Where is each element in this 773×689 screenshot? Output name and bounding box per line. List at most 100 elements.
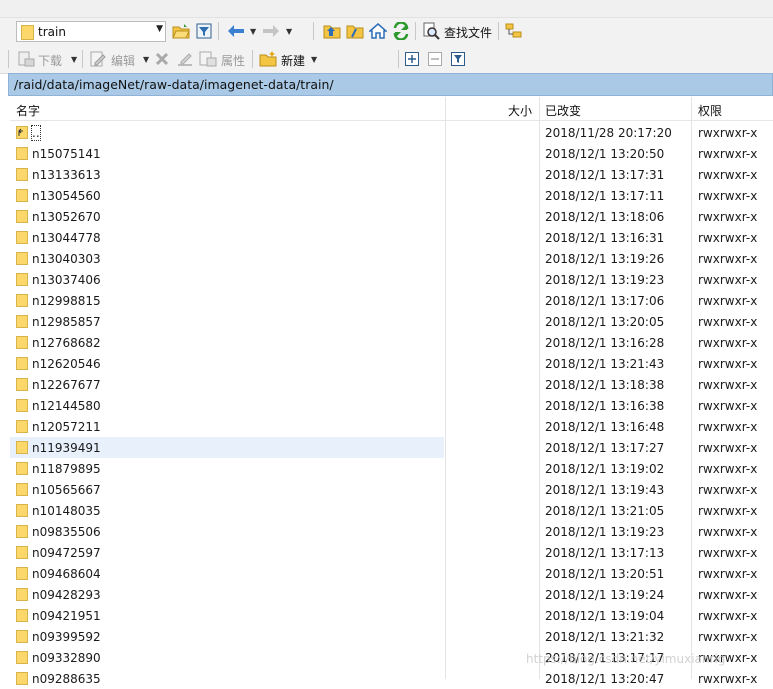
- modified-date: 2018/12/1 13:20:51: [545, 567, 665, 581]
- table-row[interactable]: n12768682 2018/12/1 13:16:28 rwxrwxr-x: [10, 332, 773, 353]
- find-files-button[interactable]: 查找文件: [444, 24, 492, 41]
- table-row[interactable]: n12620546 2018/12/1 13:21:43 rwxrwxr-x: [10, 353, 773, 374]
- table-row[interactable]: n12985857 2018/12/1 13:20:05 rwxrwxr-x: [10, 311, 773, 332]
- table-row[interactable]: n09421951 2018/12/1 13:19:04 rwxrwxr-x: [10, 605, 773, 626]
- modified-date: 2018/12/1 13:21:43: [545, 357, 665, 371]
- back-dropdown-icon[interactable]: ▼: [250, 27, 256, 36]
- forward-arrow-icon: [263, 25, 279, 37]
- root-folder-icon: [346, 25, 364, 39]
- location-combo[interactable]: train ▼: [16, 21, 166, 42]
- properties-button[interactable]: 属性: [221, 52, 245, 69]
- modified-date: 2018/12/1 13:16:28: [545, 336, 665, 350]
- filter-button[interactable]: [194, 21, 214, 41]
- modified-date: 2018/12/1 13:18:06: [545, 210, 665, 224]
- modified-date: 2018/12/1 13:17:27: [545, 441, 665, 455]
- toolbar-divider: [398, 50, 399, 68]
- toolbar-divider: [415, 22, 416, 40]
- table-row[interactable]: n11879895 2018/12/1 13:19:02 rwxrwxr-x: [10, 458, 773, 479]
- properties-icon-button[interactable]: [199, 49, 217, 69]
- find-files-icon-button[interactable]: [421, 21, 441, 41]
- table-row[interactable]: n13052670 2018/12/1 13:18:06 rwxrwxr-x: [10, 206, 773, 227]
- parent-folder-button[interactable]: [322, 21, 342, 41]
- modified-date: 2018/12/1 13:18:38: [545, 378, 665, 392]
- tree-view-button[interactable]: [504, 21, 524, 41]
- edit-icon: [90, 51, 106, 67]
- column-name[interactable]: 名字: [16, 102, 40, 119]
- table-row[interactable]: n11939491 2018/12/1 13:17:27 rwxrwxr-x: [10, 437, 773, 458]
- parent-folder-icon: [323, 25, 341, 39]
- new-icon-button[interactable]: [258, 49, 278, 69]
- parent-dir-row[interactable]: .. 2018/11/28 20:17:20 rwxrwxr-x: [10, 122, 773, 143]
- select-all-button[interactable]: [404, 49, 420, 69]
- modified-date: 2018/12/1 13:20:47: [545, 672, 665, 686]
- permissions: rwxrwxr-x: [698, 252, 758, 266]
- chevron-down-icon[interactable]: ▼: [156, 24, 163, 34]
- folder-icon: [21, 25, 34, 40]
- permissions: rwxrwxr-x: [698, 378, 758, 392]
- folder-icon: [16, 189, 28, 202]
- new-dropdown-icon[interactable]: ▼: [311, 55, 317, 64]
- permissions: rwxrwxr-x: [698, 525, 758, 539]
- unselect-all-button[interactable]: [427, 49, 443, 69]
- table-row[interactable]: n13037406 2018/12/1 13:19:23 rwxrwxr-x: [10, 269, 773, 290]
- table-row[interactable]: n13040303 2018/12/1 13:19:26 rwxrwxr-x: [10, 248, 773, 269]
- modified-date: 2018/12/1 13:16:31: [545, 231, 665, 245]
- download-dropdown-icon[interactable]: ▼: [71, 55, 77, 64]
- toolbar-divider: [82, 50, 83, 68]
- table-row[interactable]: n09472597 2018/12/1 13:17:13 rwxrwxr-x: [10, 542, 773, 563]
- table-row[interactable]: n10148035 2018/12/1 13:21:05 rwxrwxr-x: [10, 500, 773, 521]
- folder-icon: [16, 441, 28, 454]
- root-folder-button[interactable]: [345, 21, 365, 41]
- table-row[interactable]: n12057211 2018/12/1 13:16:48 rwxrwxr-x: [10, 416, 773, 437]
- column-size[interactable]: 大小: [508, 102, 532, 119]
- edit-dropdown-icon[interactable]: ▼: [143, 55, 149, 64]
- modified-date: 2018/12/1 13:19:04: [545, 609, 665, 623]
- path-bar[interactable]: /raid/data/imageNet/raw-data/imagenet-da…: [8, 73, 773, 96]
- table-row[interactable]: n09399592 2018/12/1 13:21:32 rwxrwxr-x: [10, 626, 773, 647]
- table-row[interactable]: n12144580 2018/12/1 13:16:38 rwxrwxr-x: [10, 395, 773, 416]
- file-name: n10565667: [32, 483, 101, 497]
- forward-button[interactable]: [261, 21, 281, 41]
- forward-dropdown-icon[interactable]: ▼: [286, 27, 292, 36]
- filter-mask-button[interactable]: [450, 49, 466, 69]
- file-name: n11879895: [32, 462, 101, 476]
- refresh-button[interactable]: [391, 21, 411, 41]
- edit-button[interactable]: 编辑: [111, 52, 135, 69]
- table-row[interactable]: n13054560 2018/12/1 13:17:11 rwxrwxr-x: [10, 185, 773, 206]
- plus-icon: [405, 52, 419, 66]
- folder-icon: [16, 525, 28, 538]
- folder-icon: [16, 168, 28, 181]
- file-name: n13052670: [32, 210, 101, 224]
- file-name: n12267677: [32, 378, 101, 392]
- table-row[interactable]: n13044778 2018/12/1 13:16:31 rwxrwxr-x: [10, 227, 773, 248]
- table-row[interactable]: n09428293 2018/12/1 13:19:24 rwxrwxr-x: [10, 584, 773, 605]
- permissions: rwxrwxr-x: [698, 609, 758, 623]
- download-button[interactable]: 下载: [38, 52, 62, 69]
- table-row[interactable]: n13133613 2018/12/1 13:17:31 rwxrwxr-x: [10, 164, 773, 185]
- back-button[interactable]: [226, 21, 246, 41]
- file-name: n09399592: [32, 630, 101, 644]
- rename-button[interactable]: [176, 49, 194, 69]
- download-icon: [18, 51, 35, 67]
- open-folder-icon: [172, 24, 190, 39]
- folder-icon: [16, 651, 28, 664]
- folder-icon: [16, 147, 28, 160]
- delete-button[interactable]: [153, 49, 171, 69]
- table-row[interactable]: n12267677 2018/12/1 13:18:38 rwxrwxr-x: [10, 374, 773, 395]
- download-icon-button[interactable]: [16, 49, 36, 69]
- new-button[interactable]: 新建: [281, 52, 305, 69]
- home-button[interactable]: [368, 21, 388, 41]
- folder-icon: [16, 420, 28, 433]
- permissions: rwxrwxr-x: [698, 294, 758, 308]
- table-row[interactable]: n10565667 2018/12/1 13:19:43 rwxrwxr-x: [10, 479, 773, 500]
- table-row[interactable]: n09468604 2018/12/1 13:20:51 rwxrwxr-x: [10, 563, 773, 584]
- column-modified[interactable]: 已改变: [545, 102, 581, 119]
- find-files-icon: [423, 22, 440, 40]
- table-row[interactable]: n12998815 2018/12/1 13:17:06 rwxrwxr-x: [10, 290, 773, 311]
- edit-icon-button[interactable]: [88, 49, 108, 69]
- modified-date: 2018/12/1 13:19:26: [545, 252, 665, 266]
- open-folder-button[interactable]: [171, 21, 191, 41]
- table-row[interactable]: n09835506 2018/12/1 13:19:23 rwxrwxr-x: [10, 521, 773, 542]
- table-row[interactable]: n15075141 2018/12/1 13:20:50 rwxrwxr-x: [10, 143, 773, 164]
- column-permissions[interactable]: 权限: [698, 102, 722, 119]
